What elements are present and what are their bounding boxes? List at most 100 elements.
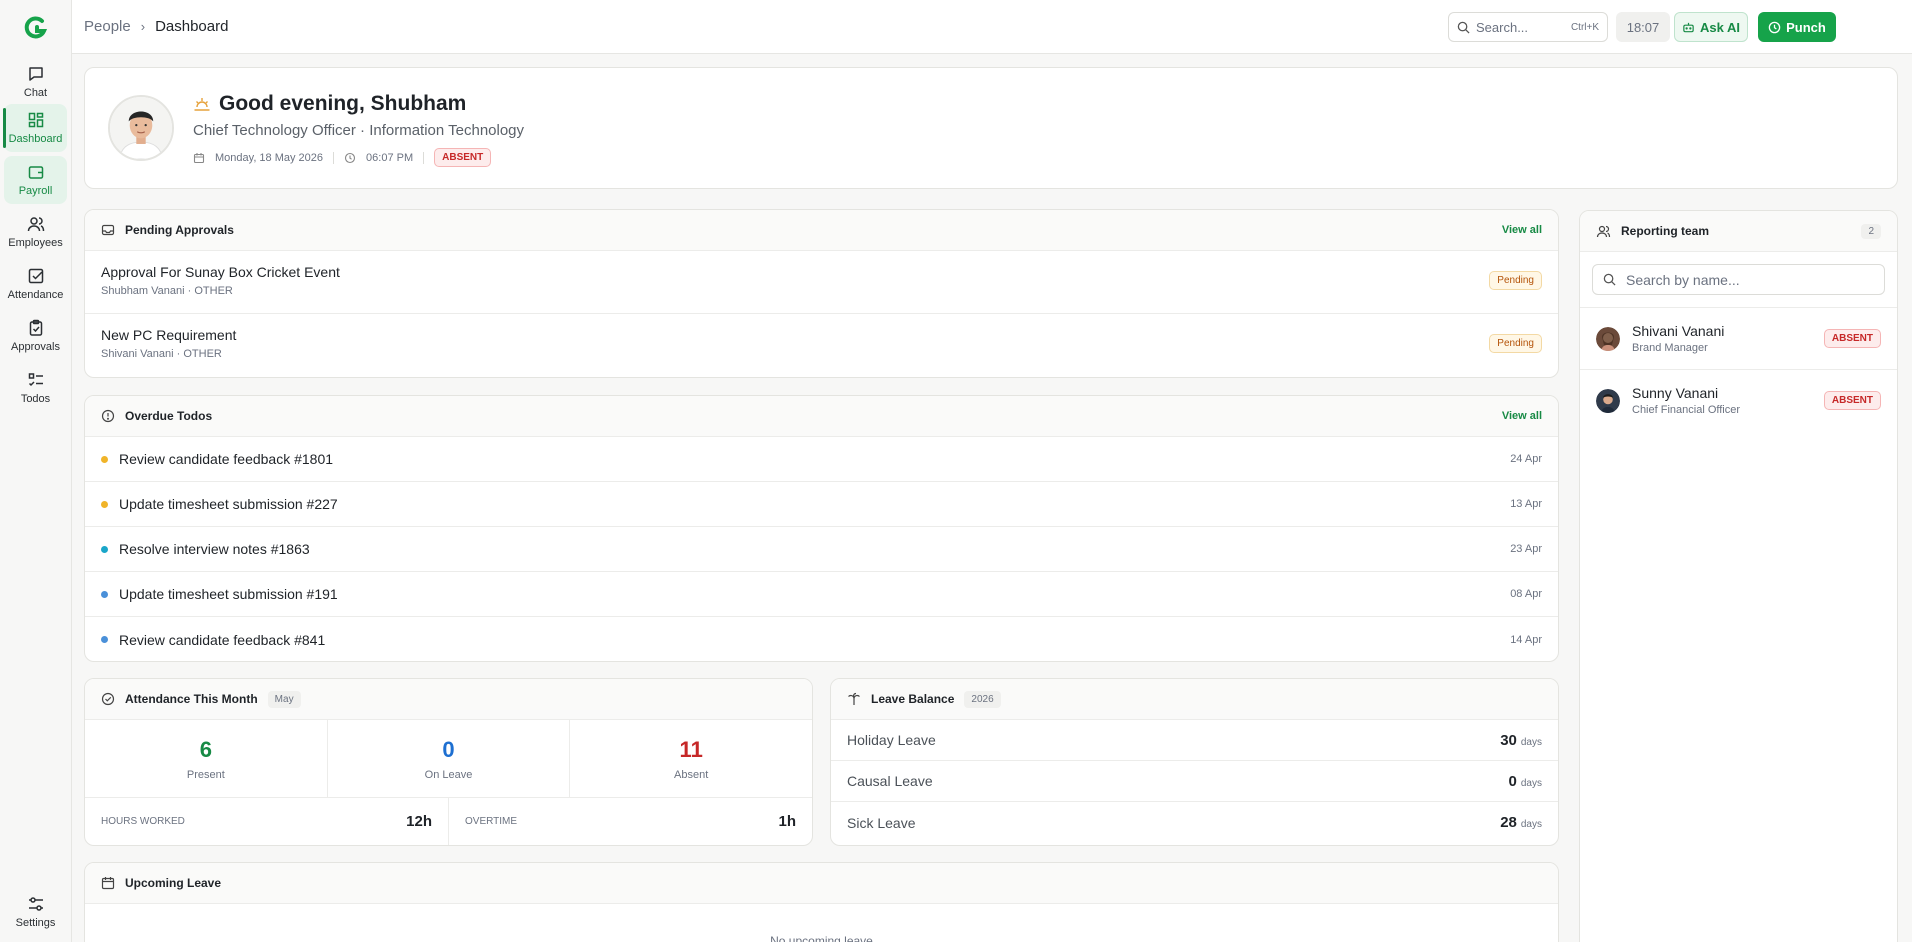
clock-icon: [1768, 21, 1781, 33]
sidebar-item-settings[interactable]: Settings: [4, 888, 67, 936]
member-info: Sunny Vanani Chief Financial Officer: [1632, 385, 1740, 416]
status-badge: ABSENT: [1823, 329, 1881, 348]
view-all-link[interactable]: View all: [1502, 410, 1542, 422]
stat-value: 11: [679, 736, 703, 762]
team-member-row[interactable]: Sunny Vanani Chief Financial Officer ABS…: [1580, 369, 1897, 431]
team-count: 2: [1861, 223, 1881, 239]
clipboard-check-icon: [29, 319, 42, 336]
todo-title: Update timesheet submission #227: [119, 496, 338, 512]
global-search-input[interactable]: Search... Ctrl+K: [1448, 12, 1608, 42]
sidebar-item-payroll[interactable]: Payroll: [4, 156, 67, 204]
overtime: OVERTIME 1h: [449, 798, 812, 845]
profile-time: 06:07 PM: [366, 151, 414, 164]
checkbox-icon: [28, 268, 43, 284]
hours-worked: HOURS WORKED 12h: [85, 798, 449, 845]
reporting-team-card: Reporting team 2 Search by name... Shiva…: [1579, 210, 1898, 942]
palm-tree-icon: [848, 692, 860, 705]
todo-title: Resolve interview notes #1863: [119, 541, 310, 557]
todo-item[interactable]: Update timesheet submission #191 08 Apr: [85, 572, 1558, 617]
todo-date: 24 Apr: [1510, 453, 1542, 465]
leave-value-wrap: 30 days: [1500, 732, 1542, 749]
sidebar-item-label: Attendance: [7, 289, 64, 301]
sidebar-item-todos[interactable]: Todos: [4, 364, 67, 412]
clock-time: 18:07: [1616, 12, 1670, 42]
profile-date: Monday, 18 May 2026: [215, 151, 324, 164]
meta-divider: [423, 151, 425, 164]
ask-ai-button[interactable]: Ask AI: [1674, 12, 1748, 42]
app-logo-icon[interactable]: [22, 14, 50, 42]
profile-card: Good evening, Shubham Chief Technology O…: [84, 67, 1898, 189]
card-header: Attendance This Month May: [85, 679, 812, 720]
sidebar-item-employees[interactable]: Employees: [4, 208, 67, 256]
search-placeholder: Search...: [1476, 19, 1529, 35]
member-role: Chief Financial Officer: [1632, 404, 1741, 416]
sidebar-item-chat[interactable]: Chat: [4, 58, 67, 106]
member-info: Shivani Vanani Brand Manager: [1632, 323, 1724, 354]
card-header: Reporting team 2: [1580, 211, 1897, 252]
greeting-text: Good evening, Shubham: [219, 92, 467, 115]
stat-present: 6 Present: [85, 720, 328, 797]
stat-value: 6: [199, 736, 212, 762]
avatar: [1596, 326, 1620, 351]
robot-icon: [1683, 22, 1694, 32]
approval-subtitle: Shivani Vanani · OTHER: [101, 348, 222, 360]
settings-sliders-icon: [28, 897, 43, 911]
breadcrumb-people[interactable]: People: [84, 18, 131, 35]
search-shortcut: Ctrl+K: [1570, 21, 1599, 33]
clock-icon: [344, 152, 356, 163]
team-search-input[interactable]: Search by name...: [1592, 264, 1885, 295]
leave-value: 0: [1508, 772, 1517, 790]
card-title: Reporting team: [1621, 224, 1710, 238]
card-header: Upcoming Leave: [85, 863, 1558, 904]
todo-item[interactable]: Update timesheet submission #227 13 Apr: [85, 482, 1558, 527]
sidebar-item-dashboard[interactable]: Dashboard: [3, 104, 67, 152]
leave-row: Causal Leave 0 days: [831, 761, 1558, 802]
stat-label: Absent: [674, 768, 709, 781]
list-checks-icon: [28, 373, 43, 387]
view-all-link[interactable]: View all: [1502, 224, 1542, 236]
chevron-right-icon: ›: [140, 19, 146, 34]
stat-label: On Leave: [424, 768, 473, 781]
approval-item[interactable]: New PC Requirement Shivani Vanani · OTHE…: [85, 314, 1558, 377]
wallet-icon: [28, 166, 43, 179]
approval-item[interactable]: Approval For Sunay Box Cricket Event Shu…: [85, 251, 1558, 314]
stat-absent: 11 Absent: [570, 720, 812, 797]
sunset-icon: [194, 98, 210, 111]
todo-title: Update timesheet submission #191: [119, 586, 338, 602]
todo-item[interactable]: Review candidate feedback #841 14 Apr: [85, 617, 1558, 661]
year-tag: 2026: [964, 690, 1001, 708]
sidebar-item-label: Chat: [23, 87, 48, 99]
todo-date: 14 Apr: [1510, 633, 1542, 646]
stat-value: 0: [442, 736, 455, 762]
sidebar: Chat Dashboard Payroll Employees Attenda…: [0, 0, 72, 942]
leave-label: Sick Leave: [847, 814, 916, 831]
punch-label: Punch: [1786, 19, 1826, 35]
hours-worked-value: 12h: [406, 813, 432, 830]
users-icon: [27, 217, 44, 232]
todo-item[interactable]: Review candidate feedback #1801 24 Apr: [85, 437, 1558, 482]
chat-icon: [28, 67, 43, 81]
punch-button[interactable]: Punch: [1758, 12, 1836, 42]
card-title: Attendance This Month: [125, 692, 258, 706]
sidebar-item-label: Approvals: [11, 341, 60, 353]
status-badge: ABSENT: [434, 148, 492, 167]
breadcrumb: People › Dashboard: [84, 18, 228, 35]
attendance-card: Attendance This Month May 6 Present 0 On…: [84, 678, 813, 846]
month-tag: May: [267, 690, 301, 708]
approval-title: New PC Requirement: [101, 327, 237, 343]
member-name: Shivani Vanani: [1632, 323, 1725, 339]
leave-balance-card: Leave Balance 2026 Holiday Leave 30 days …: [830, 678, 1559, 846]
upcoming-leave-card: Upcoming Leave No upcoming leave: [84, 862, 1559, 942]
profile-avatar: [108, 95, 174, 161]
todo-item[interactable]: Resolve interview notes #1863 23 Apr: [85, 527, 1558, 572]
sidebar-item-label: Payroll: [18, 185, 53, 197]
overdue-todos-card: Overdue Todos View all Review candidate …: [84, 395, 1559, 662]
leave-unit: days: [1520, 736, 1542, 748]
sidebar-item-label: Todos: [20, 393, 51, 405]
team-member-row[interactable]: Shivani Vanani Brand Manager ABSENT: [1580, 307, 1897, 369]
status-badge: ABSENT: [1823, 391, 1881, 410]
priority-dot: [101, 500, 108, 508]
todo-title: Review candidate feedback #841: [119, 631, 326, 648]
sidebar-item-attendance[interactable]: Attendance: [4, 260, 67, 308]
sidebar-item-approvals[interactable]: Approvals: [4, 312, 67, 360]
